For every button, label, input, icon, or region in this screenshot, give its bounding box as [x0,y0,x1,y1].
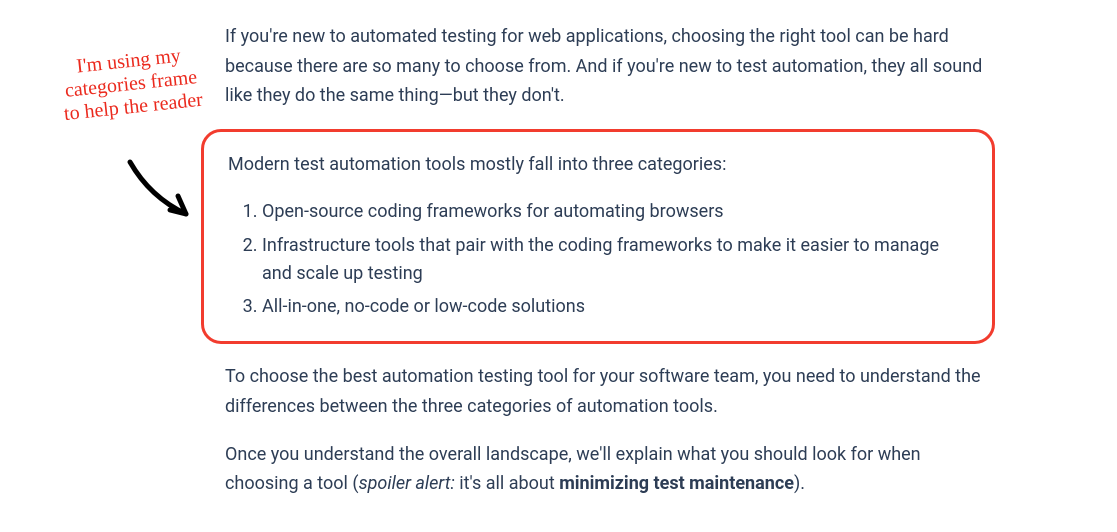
list-item: Open-source coding frameworks for automa… [262,198,968,226]
closing-mid: it's all about [455,473,559,494]
list-item: Infrastructure tools that pair with the … [262,232,968,288]
closing-paragraph: Once you understand the overall landscap… [225,440,985,499]
closing-bold: minimizing test maintenance [559,473,794,494]
closing-end: ). [794,473,805,494]
intro-paragraph: If you're new to automated testing for w… [225,22,985,111]
after-callout-paragraph: To choose the best automation testing to… [225,362,985,421]
handwritten-annotation: I'm using my categories frame to help th… [23,39,239,130]
categories-callout: Modern test automation tools mostly fall… [201,129,995,344]
callout-intro-text: Modern test automation tools mostly fall… [228,150,968,180]
article-content: If you're new to automated testing for w… [225,22,985,517]
list-item: All-in-one, no-code or low-code solution… [262,293,968,321]
arrow-icon [120,152,210,232]
categories-list: Open-source coding frameworks for automa… [228,198,968,322]
spoiler-alert: spoiler alert: [359,473,455,494]
